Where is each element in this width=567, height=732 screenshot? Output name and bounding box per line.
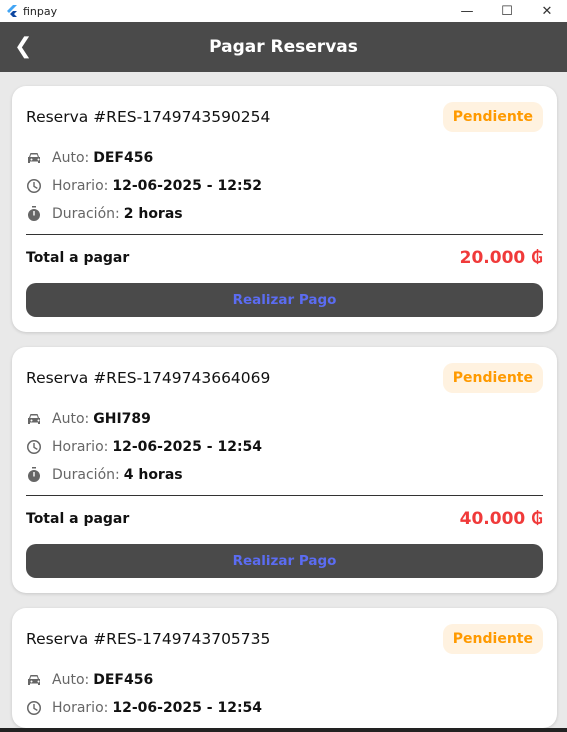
duracion-value: 4 horas	[123, 467, 183, 483]
maximize-button[interactable]: ☐	[487, 4, 527, 19]
reservation-id: Reserva #RES-1749743590254	[26, 108, 271, 126]
auto-label: Auto:	[52, 150, 90, 166]
total-row: Total a pagar 20.000 ₲	[26, 243, 543, 273]
reservation-id: Reserva #RES-1749743705735	[26, 630, 271, 648]
status-badge: Pendiente	[442, 363, 543, 393]
duracion-row: Duración: 4 horas	[26, 461, 543, 489]
pay-button[interactable]: Realizar Pago	[26, 283, 543, 317]
page-title: Pagar Reservas	[209, 37, 358, 57]
reservation-card: Reserva #RES-1749743664069 Pendiente Aut…	[12, 347, 557, 593]
clock-icon	[27, 179, 41, 193]
car-icon	[28, 153, 40, 163]
clock-icon	[27, 440, 41, 454]
status-badge: Pendiente	[442, 624, 543, 654]
car-icon	[28, 414, 40, 424]
horario-row: Horario: 12-06-2025 - 12:54	[26, 694, 543, 722]
duracion-row: Duración: 2 horas	[26, 200, 543, 228]
auto-row: Auto: DEF456	[26, 666, 543, 694]
window-title: finpay	[23, 4, 58, 18]
timer-icon	[28, 467, 40, 482]
divider	[26, 495, 543, 496]
total-label: Total a pagar	[26, 250, 130, 266]
total-value: 20.000 ₲	[459, 248, 543, 268]
horario-label: Horario:	[52, 439, 109, 455]
pay-button[interactable]: Realizar Pago	[26, 544, 543, 578]
horario-label: Horario:	[52, 178, 109, 194]
reservation-card: Reserva #RES-1749743705735 Pendiente Aut…	[12, 608, 557, 728]
reservation-id: Reserva #RES-1749743664069	[26, 369, 271, 387]
auto-label: Auto:	[52, 672, 90, 688]
status-badge: Pendiente	[442, 102, 543, 132]
car-icon	[28, 675, 40, 685]
duracion-value: 2 horas	[123, 206, 183, 222]
auto-row: Auto: DEF456	[26, 144, 543, 172]
back-arrow-icon[interactable]: ❮	[14, 34, 32, 59]
horario-value: 12-06-2025 - 12:54	[112, 700, 263, 716]
timer-icon	[28, 206, 40, 221]
duracion-label: Duración:	[52, 467, 120, 483]
horario-value: 12-06-2025 - 12:52	[112, 178, 263, 194]
reservation-list[interactable]: Reserva #RES-1749743590254 Pendiente Aut…	[0, 72, 567, 728]
minimize-button[interactable]: —	[447, 4, 487, 19]
total-row: Total a pagar 40.000 ₲	[26, 504, 543, 534]
duracion-label: Duración:	[52, 206, 120, 222]
divider	[26, 234, 543, 235]
flutter-logo-icon	[7, 5, 17, 17]
reservation-card: Reserva #RES-1749743590254 Pendiente Aut…	[12, 86, 557, 332]
auto-label: Auto:	[52, 411, 90, 427]
auto-value: DEF456	[93, 672, 154, 688]
horario-label: Horario:	[52, 700, 109, 716]
horario-row: Horario: 12-06-2025 - 12:52	[26, 172, 543, 200]
clock-icon	[27, 701, 41, 715]
window-titlebar: finpay — ☐ ✕	[0, 0, 567, 22]
total-value: 40.000 ₲	[459, 509, 543, 529]
auto-row: Auto: GHI789	[26, 405, 543, 433]
auto-value: GHI789	[93, 411, 151, 427]
taskbar	[0, 728, 567, 732]
auto-value: DEF456	[93, 150, 154, 166]
horario-row: Horario: 12-06-2025 - 12:54	[26, 433, 543, 461]
close-button[interactable]: ✕	[527, 4, 567, 19]
app-bar: ❮ Pagar Reservas	[0, 22, 567, 72]
total-label: Total a pagar	[26, 511, 130, 527]
horario-value: 12-06-2025 - 12:54	[112, 439, 263, 455]
